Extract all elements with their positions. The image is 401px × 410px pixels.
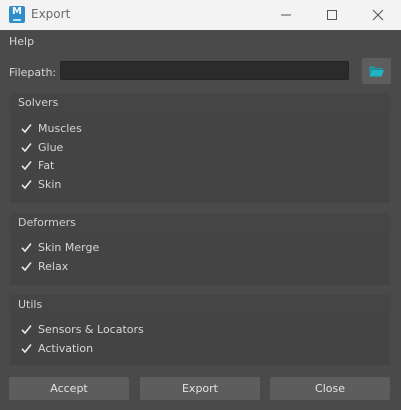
- close-icon: [372, 9, 384, 21]
- checkmark-icon[interactable]: [20, 141, 33, 154]
- maya-app-icon: M: [9, 6, 25, 23]
- menu-bar: Help: [0, 31, 401, 51]
- checkbox-label: Fat: [38, 159, 55, 172]
- deformers-group-header: Deformers: [10, 213, 390, 233]
- checkmark-icon[interactable]: [20, 178, 33, 191]
- maximize-button[interactable]: [309, 0, 355, 30]
- filepath-label: Filepath:: [9, 66, 57, 79]
- solvers-group-header: Solvers: [10, 93, 390, 113]
- deformers-group: Deformers Skin Merge Relax: [10, 213, 390, 285]
- export-button[interactable]: Export: [140, 377, 260, 400]
- checkmark-icon[interactable]: [20, 159, 33, 172]
- checkbox-label: Sensors & Locators: [38, 323, 144, 336]
- checkmark-icon[interactable]: [20, 260, 33, 273]
- checkmark-icon[interactable]: [20, 323, 33, 336]
- checkbox-label: Glue: [38, 141, 64, 154]
- minimize-button[interactable]: [263, 0, 309, 30]
- checkbox-label: Skin Merge: [38, 241, 100, 254]
- menu-help[interactable]: Help: [9, 35, 34, 48]
- solvers-group-title: Solvers: [18, 96, 59, 109]
- checkbox-label: Activation: [38, 342, 94, 355]
- checkmark-icon[interactable]: [20, 122, 33, 135]
- checkbox-label: Skin: [38, 178, 62, 191]
- folder-icon: [369, 66, 384, 77]
- accept-button[interactable]: Accept: [9, 377, 129, 400]
- close-window-button[interactable]: [355, 0, 401, 30]
- checkmark-icon[interactable]: [20, 241, 33, 254]
- filepath-input[interactable]: [60, 61, 349, 80]
- close-button[interactable]: Close: [270, 377, 390, 400]
- title-bar: M Export: [0, 0, 401, 30]
- utils-group-title: Utils: [18, 298, 43, 311]
- minimize-icon: [281, 14, 291, 16]
- checkbox-label: Relax: [38, 260, 69, 273]
- solvers-group: Solvers Muscles Glue Fat Skin: [10, 93, 390, 203]
- checkbox-label: Muscles: [38, 122, 82, 135]
- utils-group: Utils Sensors & Locators Activation: [10, 295, 390, 365]
- deformers-group-title: Deformers: [18, 216, 76, 229]
- utils-group-header: Utils: [10, 295, 390, 315]
- browse-folder-button[interactable]: [362, 58, 391, 84]
- window-title: Export: [31, 7, 71, 21]
- checkmark-icon[interactable]: [20, 342, 33, 355]
- maximize-icon: [327, 10, 337, 20]
